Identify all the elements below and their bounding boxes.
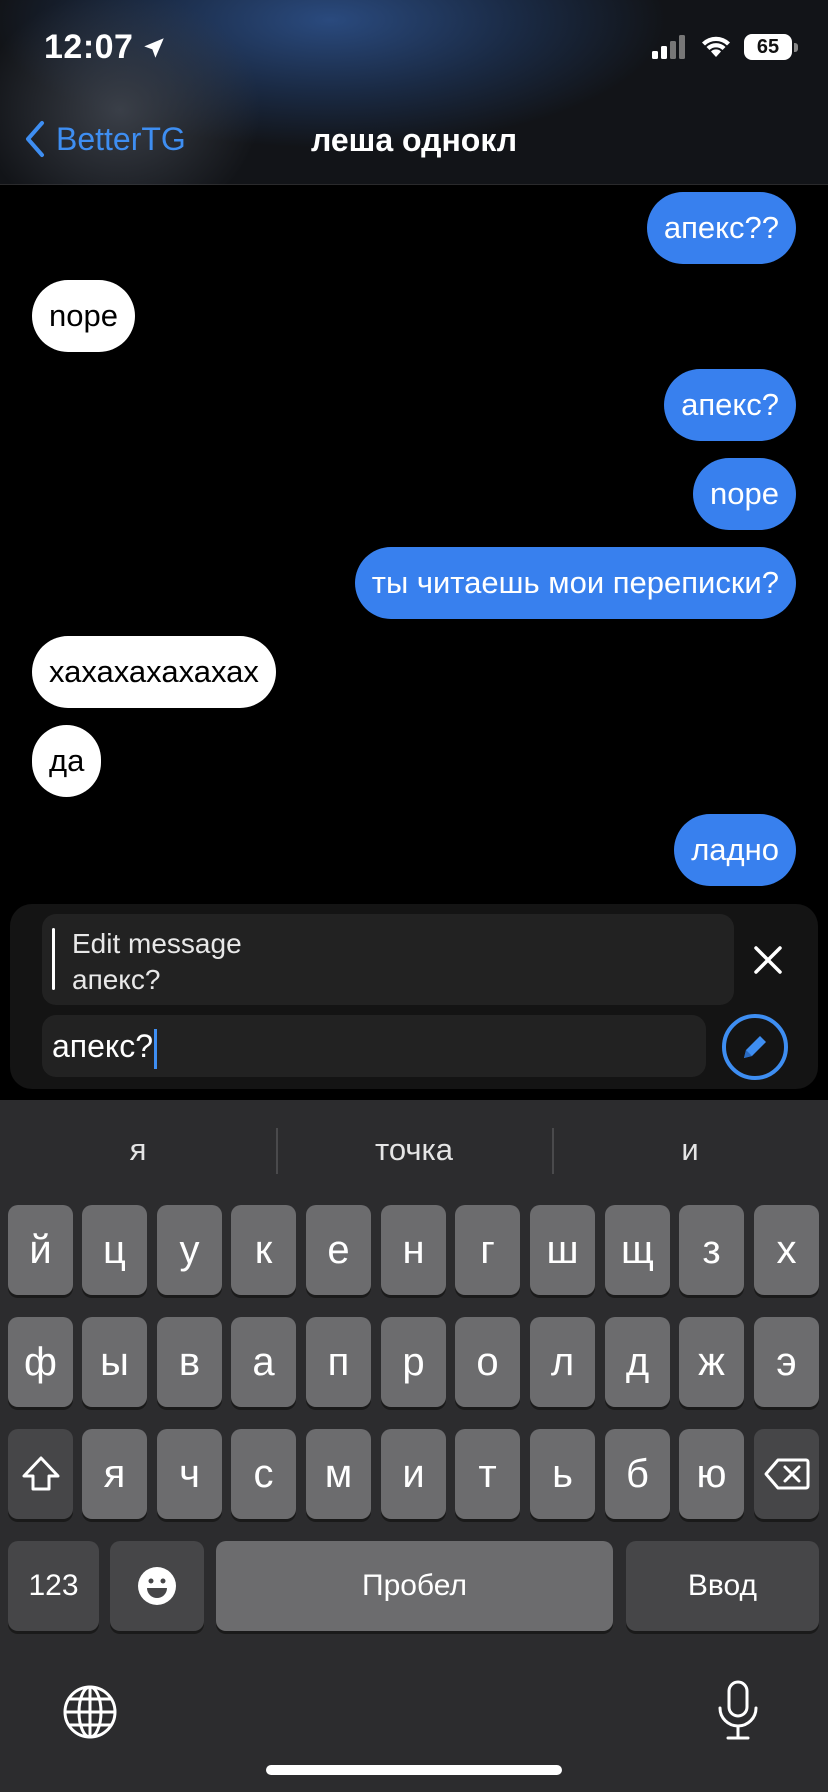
key[interactable]: щ — [605, 1205, 670, 1295]
edit-indicator-bar — [52, 928, 55, 990]
key[interactable]: р — [381, 1317, 446, 1407]
close-icon — [754, 946, 782, 974]
key[interactable]: м — [306, 1429, 371, 1519]
key[interactable]: х — [754, 1205, 819, 1295]
message-bubble-outgoing[interactable]: ты читаешь мои переписки? — [354, 547, 796, 619]
key[interactable]: л — [530, 1317, 595, 1407]
emoji-icon — [138, 1567, 176, 1605]
location-arrow-icon — [144, 37, 165, 58]
key[interactable]: б — [605, 1429, 670, 1519]
key[interactable]: е — [306, 1205, 371, 1295]
edit-original-text: апекс? — [72, 964, 161, 995]
message-composer: Edit message апекс? апекс? — [10, 904, 818, 1089]
key[interactable]: а — [231, 1317, 296, 1407]
suggestion-item[interactable]: я — [0, 1114, 276, 1186]
cancel-edit-button[interactable] — [748, 940, 788, 980]
pencil-icon — [744, 1036, 766, 1058]
message-bubble-outgoing[interactable]: nope — [693, 458, 796, 530]
battery-level: 65 — [756, 35, 780, 58]
key[interactable]: ы — [82, 1317, 147, 1407]
key[interactable]: т — [455, 1429, 520, 1519]
message-bubble-incoming[interactable]: да — [32, 725, 102, 797]
confirm-edit-button[interactable] — [722, 1014, 788, 1080]
signal-icon — [652, 35, 685, 59]
message-bubble-outgoing[interactable]: апекс? — [664, 369, 796, 441]
key[interactable]: и — [381, 1429, 446, 1519]
home-indicator[interactable] — [266, 1765, 562, 1775]
message-bubble-outgoing[interactable]: ладно — [674, 814, 796, 886]
message-list[interactable]: апекс?? nope апекс? nope ты читаешь мои … — [0, 186, 828, 901]
message-bubble-incoming[interactable]: хахахахахахах — [32, 636, 276, 708]
message-input[interactable]: апекс? — [42, 1015, 706, 1077]
key[interactable]: п — [306, 1317, 371, 1407]
suggestion-item[interactable]: точка — [276, 1114, 552, 1186]
globe-icon[interactable] — [62, 1684, 118, 1740]
key[interactable]: з — [679, 1205, 744, 1295]
backspace-icon — [764, 1458, 809, 1490]
status-indicators: 65 — [652, 34, 798, 60]
nav-header: 12:07 65 BetterTG леша однокл — [0, 0, 828, 185]
key[interactable]: к — [231, 1205, 296, 1295]
space-key[interactable]: Пробел — [216, 1541, 613, 1631]
key[interactable]: ч — [157, 1429, 222, 1519]
suggestion-bar: я точка и — [0, 1114, 828, 1186]
key[interactable]: ш — [530, 1205, 595, 1295]
numbers-key[interactable]: 123 — [8, 1541, 99, 1631]
key[interactable]: ц — [82, 1205, 147, 1295]
key[interactable]: ь — [530, 1429, 595, 1519]
keyboard: я точка и й ц у к е н г ш щ з х ф ы в а … — [0, 1100, 828, 1792]
status-time: 12:07 — [44, 28, 167, 67]
edit-message-preview[interactable]: Edit message апекс? — [42, 914, 734, 1005]
key[interactable]: н — [381, 1205, 446, 1295]
chat-title: леша однокл — [310, 122, 518, 158]
microphone-icon[interactable] — [716, 1680, 760, 1742]
shift-key[interactable] — [8, 1429, 73, 1519]
message-bubble-outgoing[interactable]: апекс?? — [646, 192, 796, 264]
message-input-text: апекс? — [52, 1028, 154, 1064]
wifi-icon — [702, 36, 730, 57]
key[interactable]: ж — [679, 1317, 744, 1407]
key[interactable]: й — [8, 1205, 73, 1295]
key[interactable]: с — [231, 1429, 296, 1519]
key[interactable]: я — [82, 1429, 147, 1519]
key[interactable]: у — [157, 1205, 222, 1295]
shift-icon — [22, 1456, 59, 1491]
key[interactable]: ф — [8, 1317, 73, 1407]
message-bubble-incoming[interactable]: nope — [32, 280, 135, 352]
edit-message-label: Edit message — [72, 928, 242, 959]
key[interactable]: д — [605, 1317, 670, 1407]
key[interactable]: г — [455, 1205, 520, 1295]
suggestion-item[interactable]: и — [552, 1114, 828, 1186]
emoji-key[interactable] — [110, 1541, 204, 1631]
key[interactable]: в — [157, 1317, 222, 1407]
battery-indicator: 65 — [744, 34, 798, 60]
key[interactable]: э — [754, 1317, 819, 1407]
backspace-key[interactable] — [754, 1429, 819, 1519]
text-caret — [154, 1028, 158, 1069]
key[interactable]: ю — [679, 1429, 744, 1519]
return-key[interactable]: Ввод — [626, 1541, 819, 1631]
status-time-text: 12:07 — [44, 28, 134, 66]
key[interactable]: о — [455, 1317, 520, 1407]
